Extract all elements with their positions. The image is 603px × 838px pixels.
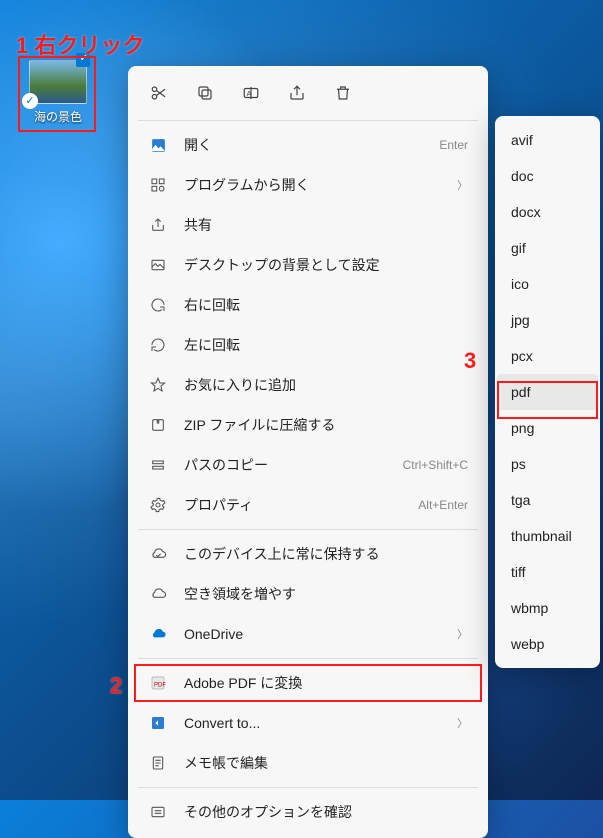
rotate-right-icon bbox=[148, 295, 168, 315]
image-icon bbox=[148, 135, 168, 155]
menu-copy-path[interactable]: パスのコピー Ctrl+Shift+C bbox=[134, 445, 482, 485]
divider bbox=[138, 658, 478, 659]
zip-icon bbox=[148, 415, 168, 435]
annotation-step2-label: 2 bbox=[110, 673, 122, 699]
menu-zip[interactable]: ZIP ファイルに圧縮する bbox=[134, 405, 482, 445]
menu-label: このデバイス上に常に保持する bbox=[184, 544, 380, 564]
submenu-item-doc[interactable]: doc bbox=[497, 158, 598, 194]
sync-check-icon: ✓ bbox=[22, 93, 38, 109]
submenu-item-tga[interactable]: tga bbox=[497, 482, 598, 518]
file-thumbnail bbox=[29, 60, 87, 104]
path-icon bbox=[148, 455, 168, 475]
cloud-icon bbox=[148, 584, 168, 604]
menu-label: Adobe PDF に変換 bbox=[184, 673, 302, 693]
submenu-item-thumbnail[interactable]: thumbnail bbox=[497, 518, 598, 554]
rename-icon[interactable]: A bbox=[240, 82, 262, 104]
submenu-item-webp[interactable]: webp bbox=[497, 626, 598, 662]
menu-label: その他のオプションを確認 bbox=[184, 802, 352, 822]
onedrive-icon bbox=[148, 624, 168, 644]
convert-icon bbox=[148, 713, 168, 733]
menu-notepad[interactable]: メモ帳で編集 bbox=[134, 743, 482, 783]
picture-icon bbox=[148, 255, 168, 275]
notepad-icon bbox=[148, 753, 168, 773]
copy-icon[interactable] bbox=[194, 82, 216, 104]
divider bbox=[138, 529, 478, 530]
chevron-right-icon: 〉 bbox=[457, 177, 468, 193]
menu-label: 空き領域を増やす bbox=[184, 584, 296, 604]
menu-rotate-left[interactable]: 左に回転 bbox=[134, 325, 482, 365]
menu-convert-to[interactable]: Convert to... 〉 bbox=[134, 703, 482, 743]
menu-free-space[interactable]: 空き領域を増やす bbox=[134, 574, 482, 614]
submenu-item-pcx[interactable]: pcx bbox=[497, 338, 598, 374]
desktop-file-icon[interactable]: ✓ 海の景色 bbox=[24, 60, 92, 125]
menu-keep-device[interactable]: このデバイス上に常に保持する bbox=[134, 534, 482, 574]
menu-share[interactable]: 共有 bbox=[134, 205, 482, 245]
star-icon bbox=[148, 375, 168, 395]
delete-icon[interactable] bbox=[332, 82, 354, 104]
file-label: 海の景色 bbox=[24, 108, 92, 125]
context-menu: A 開く Enter プログラムから開く 〉 共有 デスクトップの背景として設定… bbox=[128, 66, 488, 838]
submenu-item-tiff[interactable]: tiff bbox=[497, 554, 598, 590]
svg-text:A: A bbox=[247, 89, 252, 98]
submenu-item-ps[interactable]: ps bbox=[497, 446, 598, 482]
menu-adobe-pdf[interactable]: PDF Adobe PDF に変換 bbox=[134, 663, 482, 703]
share-out-icon bbox=[148, 215, 168, 235]
menu-more-options[interactable]: その他のオプションを確認 bbox=[134, 792, 482, 832]
menu-label: ZIP ファイルに圧縮する bbox=[184, 415, 335, 435]
menu-open[interactable]: 開く Enter bbox=[134, 125, 482, 165]
menu-hint: Ctrl+Shift+C bbox=[403, 458, 468, 472]
submenu-item-wbmp[interactable]: wbmp bbox=[497, 590, 598, 626]
share-icon[interactable] bbox=[286, 82, 308, 104]
more-icon bbox=[148, 802, 168, 822]
submenu-item-docx[interactable]: docx bbox=[497, 194, 598, 230]
submenu-item-gif[interactable]: gif bbox=[497, 230, 598, 266]
submenu-item-jpg[interactable]: jpg bbox=[497, 302, 598, 338]
divider bbox=[138, 120, 478, 121]
menu-open-with[interactable]: プログラムから開く 〉 bbox=[134, 165, 482, 205]
cut-icon[interactable] bbox=[148, 82, 170, 104]
menu-label: 開く bbox=[184, 135, 212, 155]
menu-rotate-right[interactable]: 右に回転 bbox=[134, 285, 482, 325]
menu-label: Convert to... bbox=[184, 715, 260, 731]
menu-set-background[interactable]: デスクトップの背景として設定 bbox=[134, 245, 482, 285]
chevron-right-icon: 〉 bbox=[457, 626, 468, 642]
menu-properties[interactable]: プロパティ Alt+Enter bbox=[134, 485, 482, 525]
context-top-actions: A bbox=[134, 72, 482, 116]
menu-favorite[interactable]: お気に入りに追加 bbox=[134, 365, 482, 405]
submenu-item-png[interactable]: png bbox=[497, 410, 598, 446]
cloud-check-icon bbox=[148, 544, 168, 564]
apps-icon bbox=[148, 175, 168, 195]
menu-label: お気に入りに追加 bbox=[184, 375, 296, 395]
menu-label: プログラムから開く bbox=[184, 175, 310, 195]
menu-label: プロパティ bbox=[184, 495, 253, 515]
menu-label: 右に回転 bbox=[184, 295, 240, 315]
menu-hint: Enter bbox=[439, 138, 468, 152]
menu-label: メモ帳で編集 bbox=[184, 753, 268, 773]
menu-hint: Alt+Enter bbox=[418, 498, 468, 512]
adobe-pdf-icon: PDF bbox=[148, 673, 168, 693]
convert-submenu: avif doc docx gif ico jpg pcx pdf png ps… bbox=[495, 116, 600, 668]
submenu-item-avif[interactable]: avif bbox=[497, 122, 598, 158]
rotate-left-icon bbox=[148, 335, 168, 355]
menu-label: パスのコピー bbox=[184, 455, 268, 475]
annotation-step3-label: 3 bbox=[464, 348, 476, 374]
properties-icon bbox=[148, 495, 168, 515]
svg-text:PDF: PDF bbox=[154, 682, 166, 688]
menu-onedrive[interactable]: OneDrive 〉 bbox=[134, 614, 482, 654]
menu-label: デスクトップの背景として設定 bbox=[184, 255, 380, 275]
chevron-right-icon: 〉 bbox=[457, 715, 468, 731]
divider bbox=[138, 787, 478, 788]
annotation-step1-label: 1 右クリック bbox=[16, 28, 144, 60]
submenu-item-pdf[interactable]: pdf bbox=[497, 374, 598, 410]
submenu-item-ico[interactable]: ico bbox=[497, 266, 598, 302]
menu-label: 共有 bbox=[184, 215, 212, 235]
menu-label: OneDrive bbox=[184, 626, 243, 642]
menu-label: 左に回転 bbox=[184, 335, 240, 355]
